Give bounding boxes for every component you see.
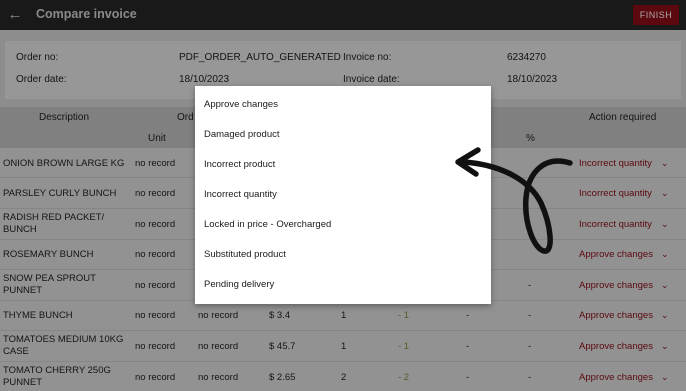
menu-item-locked-in-price-overcharged[interactable]: Locked in price - Overcharged (195, 210, 491, 240)
curved-arrow-icon (455, 147, 573, 254)
menu-item-damaged-product[interactable]: Damaged product (195, 120, 491, 150)
menu-item-pending-delivery[interactable]: Pending delivery (195, 270, 491, 300)
menu-item-substituted-product[interactable]: Substituted product (195, 240, 491, 270)
menu-item-approve-changes[interactable]: Approve changes (195, 90, 491, 120)
menu-item-incorrect-quantity[interactable]: Incorrect quantity (195, 180, 491, 210)
action-dropdown-menu: Approve changes Damaged product Incorrec… (195, 86, 491, 304)
menu-item-incorrect-product[interactable]: Incorrect product (195, 150, 491, 180)
